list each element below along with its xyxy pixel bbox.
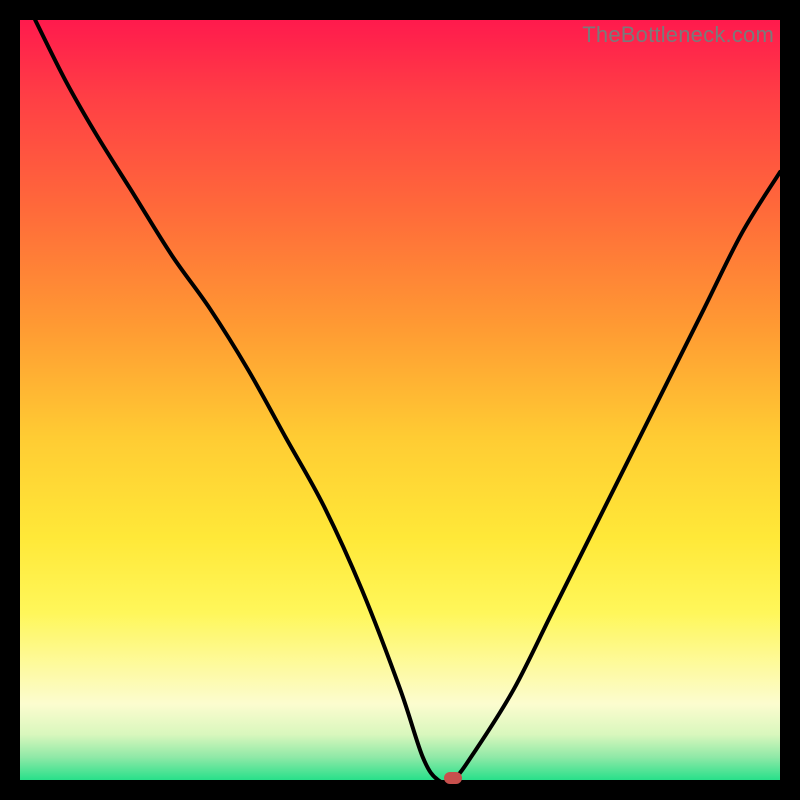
bottleneck-curve [20, 20, 780, 780]
chart-frame: TheBottleneck.com [20, 20, 780, 780]
curve-path [35, 20, 780, 780]
optimum-marker [444, 772, 462, 784]
